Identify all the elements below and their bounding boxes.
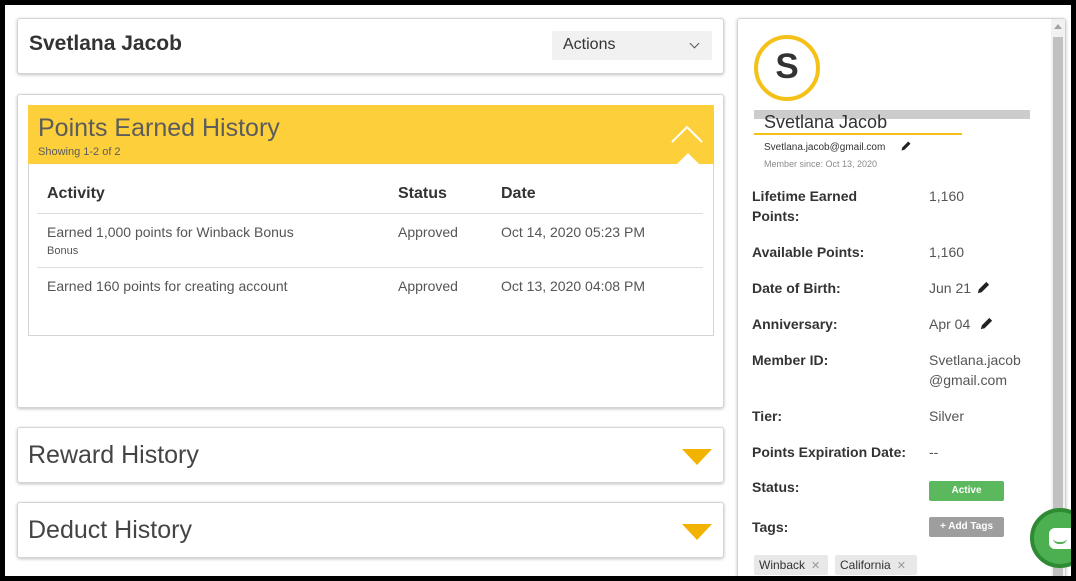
dob-label: Date of Birth: bbox=[752, 280, 841, 296]
table-divider bbox=[37, 267, 703, 268]
profile-name: Svetlana Jacob bbox=[764, 112, 888, 132]
add-tags-button[interactable]: + Add Tags bbox=[929, 517, 1004, 537]
column-header-status[interactable]: Status bbox=[398, 185, 447, 203]
row-date: Oct 13, 2020 04:08 PM bbox=[501, 278, 645, 294]
close-icon[interactable]: ✕ bbox=[811, 560, 820, 572]
row-status: Approved bbox=[398, 278, 458, 294]
caret-down-icon[interactable] bbox=[682, 524, 712, 540]
member-id-label: Member ID: bbox=[752, 352, 829, 368]
points-history-count: Showing 1-2 of 2 bbox=[38, 146, 121, 158]
row-activity-type: Bonus bbox=[47, 245, 79, 257]
points-history-title: Points Earned History bbox=[38, 114, 280, 142]
tag-label: California bbox=[840, 558, 891, 572]
deduct-history-panel[interactable]: Deduct History bbox=[17, 502, 724, 558]
pencil-icon[interactable] bbox=[976, 280, 991, 295]
member-id-value-line2: @gmail.com bbox=[929, 372, 1008, 388]
reward-history-panel[interactable]: Reward History bbox=[17, 427, 724, 483]
tags-label: Tags: bbox=[752, 519, 789, 535]
row-activity: Earned 1,000 points for Winback Bonus bbox=[47, 224, 294, 240]
available-points-label: Available Points: bbox=[752, 244, 865, 260]
row-activity: Earned 160 points for creating account bbox=[47, 278, 288, 294]
chevron-up-icon[interactable] bbox=[670, 122, 704, 144]
member-profile-panel: S Svetlana Jacob Svetlana.jacob@gmail.co… bbox=[737, 18, 1066, 576]
status-label: Status: bbox=[752, 479, 800, 495]
member-name-heading: Svetlana Jacob bbox=[29, 32, 182, 55]
points-history-header[interactable]: Points Earned History Showing 1-2 of 2 bbox=[28, 105, 714, 164]
tag-chip: California ✕ bbox=[835, 555, 917, 575]
reward-history-title: Reward History bbox=[28, 441, 199, 469]
member-header-card: Svetlana Jacob Actions bbox=[17, 18, 724, 74]
caret-down-icon[interactable] bbox=[682, 449, 712, 465]
anniversary-value: Apr 04 bbox=[929, 316, 971, 332]
row-date: Oct 14, 2020 05:23 PM bbox=[501, 224, 645, 240]
expiration-value: -- bbox=[929, 444, 939, 460]
close-icon[interactable]: ✕ bbox=[897, 560, 906, 572]
tier-label: Tier: bbox=[752, 408, 783, 424]
member-id-value-line1: Svetlana.jacob bbox=[929, 352, 1021, 368]
app-frame: Svetlana Jacob Actions Points Earned His… bbox=[0, 0, 1076, 581]
expiration-label: Points Expiration Date: bbox=[752, 444, 907, 460]
tag-label: Winback bbox=[759, 558, 806, 572]
dob-value: Jun 21 bbox=[929, 280, 972, 296]
row-status: Approved bbox=[398, 224, 458, 240]
chevron-down-icon bbox=[689, 38, 700, 49]
lifetime-points-label: Lifetime Earned Points: bbox=[752, 188, 858, 224]
points-history-table: Activity Status Date Earned 1,000 points… bbox=[28, 164, 714, 336]
actions-dropdown[interactable]: Actions bbox=[552, 31, 712, 60]
status-badge: Active bbox=[929, 481, 1004, 501]
avatar: S bbox=[754, 35, 820, 101]
points-history-panel: Points Earned History Showing 1-2 of 2 A… bbox=[17, 94, 724, 408]
profile-email: Svetlana.jacob@gmail.com bbox=[764, 142, 886, 153]
column-header-date[interactable]: Date bbox=[501, 185, 536, 203]
scrollbar-thumb[interactable] bbox=[1053, 37, 1063, 576]
column-header-activity[interactable]: Activity bbox=[47, 185, 105, 203]
scroll-up-arrow-icon[interactable] bbox=[1054, 24, 1062, 29]
pencil-icon[interactable] bbox=[979, 316, 994, 331]
anniversary-label: Anniversary: bbox=[752, 316, 838, 332]
tag-chip: Winback ✕ bbox=[754, 555, 828, 575]
actions-dropdown-label: Actions bbox=[563, 36, 616, 53]
table-divider bbox=[37, 213, 703, 214]
header-pointer bbox=[675, 153, 701, 166]
deduct-history-title: Deduct History bbox=[28, 516, 192, 544]
pencil-icon[interactable] bbox=[900, 140, 912, 152]
panel-scrollbar[interactable] bbox=[1051, 19, 1065, 576]
name-underline bbox=[754, 133, 962, 135]
lifetime-points-value: 1,160 bbox=[929, 188, 965, 204]
member-since-text: Member since: Oct 13, 2020 bbox=[764, 159, 878, 169]
available-points-value: 1,160 bbox=[929, 244, 965, 260]
tier-value: Silver bbox=[929, 408, 965, 424]
